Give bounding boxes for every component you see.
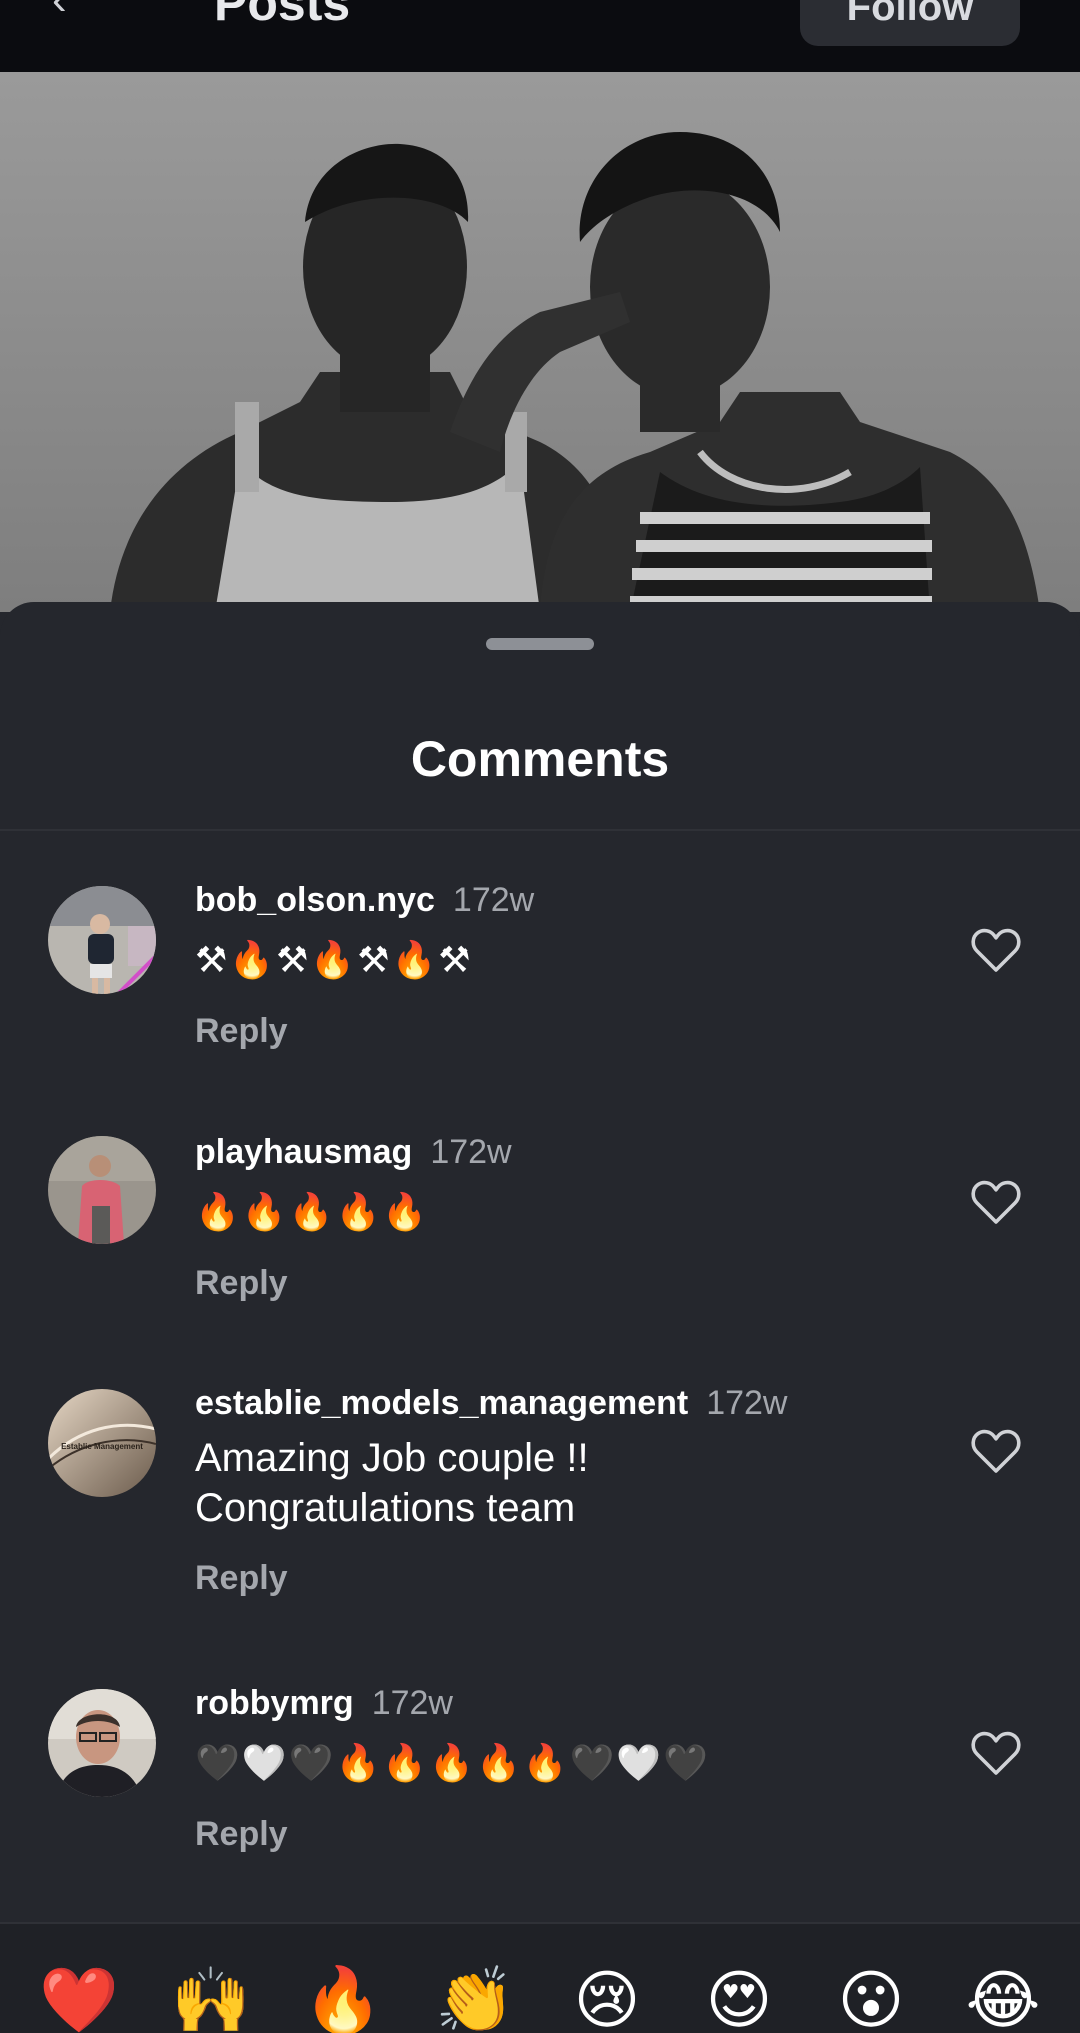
reaction-heart-emoji[interactable]: ❤️: [36, 1958, 122, 2033]
comment-text: ⚒🔥⚒🔥⚒🔥⚒: [195, 940, 473, 981]
reaction-clapping-emoji[interactable]: 👏: [432, 1958, 518, 2033]
like-heart-icon[interactable]: [970, 1178, 1022, 1226]
comment-text-line-2: Congratulations team: [195, 1486, 576, 1530]
reaction-raised-hands-emoji[interactable]: 🙌: [168, 1958, 254, 2033]
comment-username[interactable]: robbymrg: [195, 1684, 354, 1722]
comments-sheet: Comments bob_olson.nyc 172w ⚒🔥⚒🔥⚒🔥⚒ Reply: [0, 602, 1080, 2033]
reaction-laughing-emoji[interactable]: 😂: [960, 1958, 1046, 2033]
avatar[interactable]: [48, 1136, 156, 1244]
comment-time: 172w: [452, 881, 535, 919]
like-heart-icon[interactable]: [970, 1427, 1022, 1475]
like-heart-icon[interactable]: [970, 1729, 1022, 1777]
reaction-bar: ❤️ 🙌 🔥 👏 😢 😍 😮 😂: [0, 1922, 1080, 2033]
comment-meta: robbymrg 172w: [195, 1683, 453, 1723]
avatar[interactable]: [48, 886, 156, 994]
comment-time: 172w: [371, 1684, 453, 1722]
comment-username[interactable]: establie_models_management: [195, 1384, 688, 1422]
follow-button[interactable]: Follow: [800, 0, 1020, 46]
back-chevron-icon[interactable]: ‹: [52, 0, 67, 22]
avatar-logo-text: Establie Management: [61, 1442, 143, 1451]
reaction-crying-emoji[interactable]: 😢: [564, 1958, 650, 2033]
divider: [0, 829, 1080, 831]
comment-time: 172w: [706, 1384, 788, 1422]
comment-username[interactable]: playhausmag: [195, 1133, 412, 1171]
like-heart-icon[interactable]: [970, 926, 1022, 974]
comment-username[interactable]: bob_olson.nyc: [195, 881, 435, 919]
page-title: Posts: [214, 0, 351, 31]
comment-meta: establie_models_management 172w: [195, 1383, 787, 1423]
reaction-fire-emoji[interactable]: 🔥: [300, 1958, 386, 2033]
comment-meta: playhausmag 172w: [195, 1132, 512, 1172]
reply-button[interactable]: Reply: [195, 1559, 288, 1598]
sheet-title: Comments: [410, 731, 670, 787]
top-bar: ‹ Posts Follow: [0, 0, 1080, 72]
avatar[interactable]: Establie Management: [48, 1389, 156, 1497]
drag-handle[interactable]: [486, 638, 594, 650]
reply-button[interactable]: Reply: [195, 1815, 288, 1854]
reaction-heart-eyes-emoji[interactable]: 😍: [696, 1958, 782, 2033]
comment-text: 🔥🔥🔥🔥🔥: [195, 1192, 430, 1233]
comment-time: 172w: [430, 1133, 512, 1171]
reply-button[interactable]: Reply: [195, 1264, 288, 1303]
comment-text: 🖤🤍🖤🔥🔥🔥🔥🔥🖤🤍🖤: [195, 1743, 711, 1784]
reaction-surprised-emoji[interactable]: 😮: [828, 1958, 914, 2033]
reply-button[interactable]: Reply: [195, 1012, 288, 1051]
comment-text-line-1: Amazing Job couple !!: [195, 1436, 589, 1480]
comment-meta: bob_olson.nyc 172w: [195, 880, 534, 920]
post-photo[interactable]: [0, 72, 1080, 612]
avatar[interactable]: [48, 1689, 156, 1797]
